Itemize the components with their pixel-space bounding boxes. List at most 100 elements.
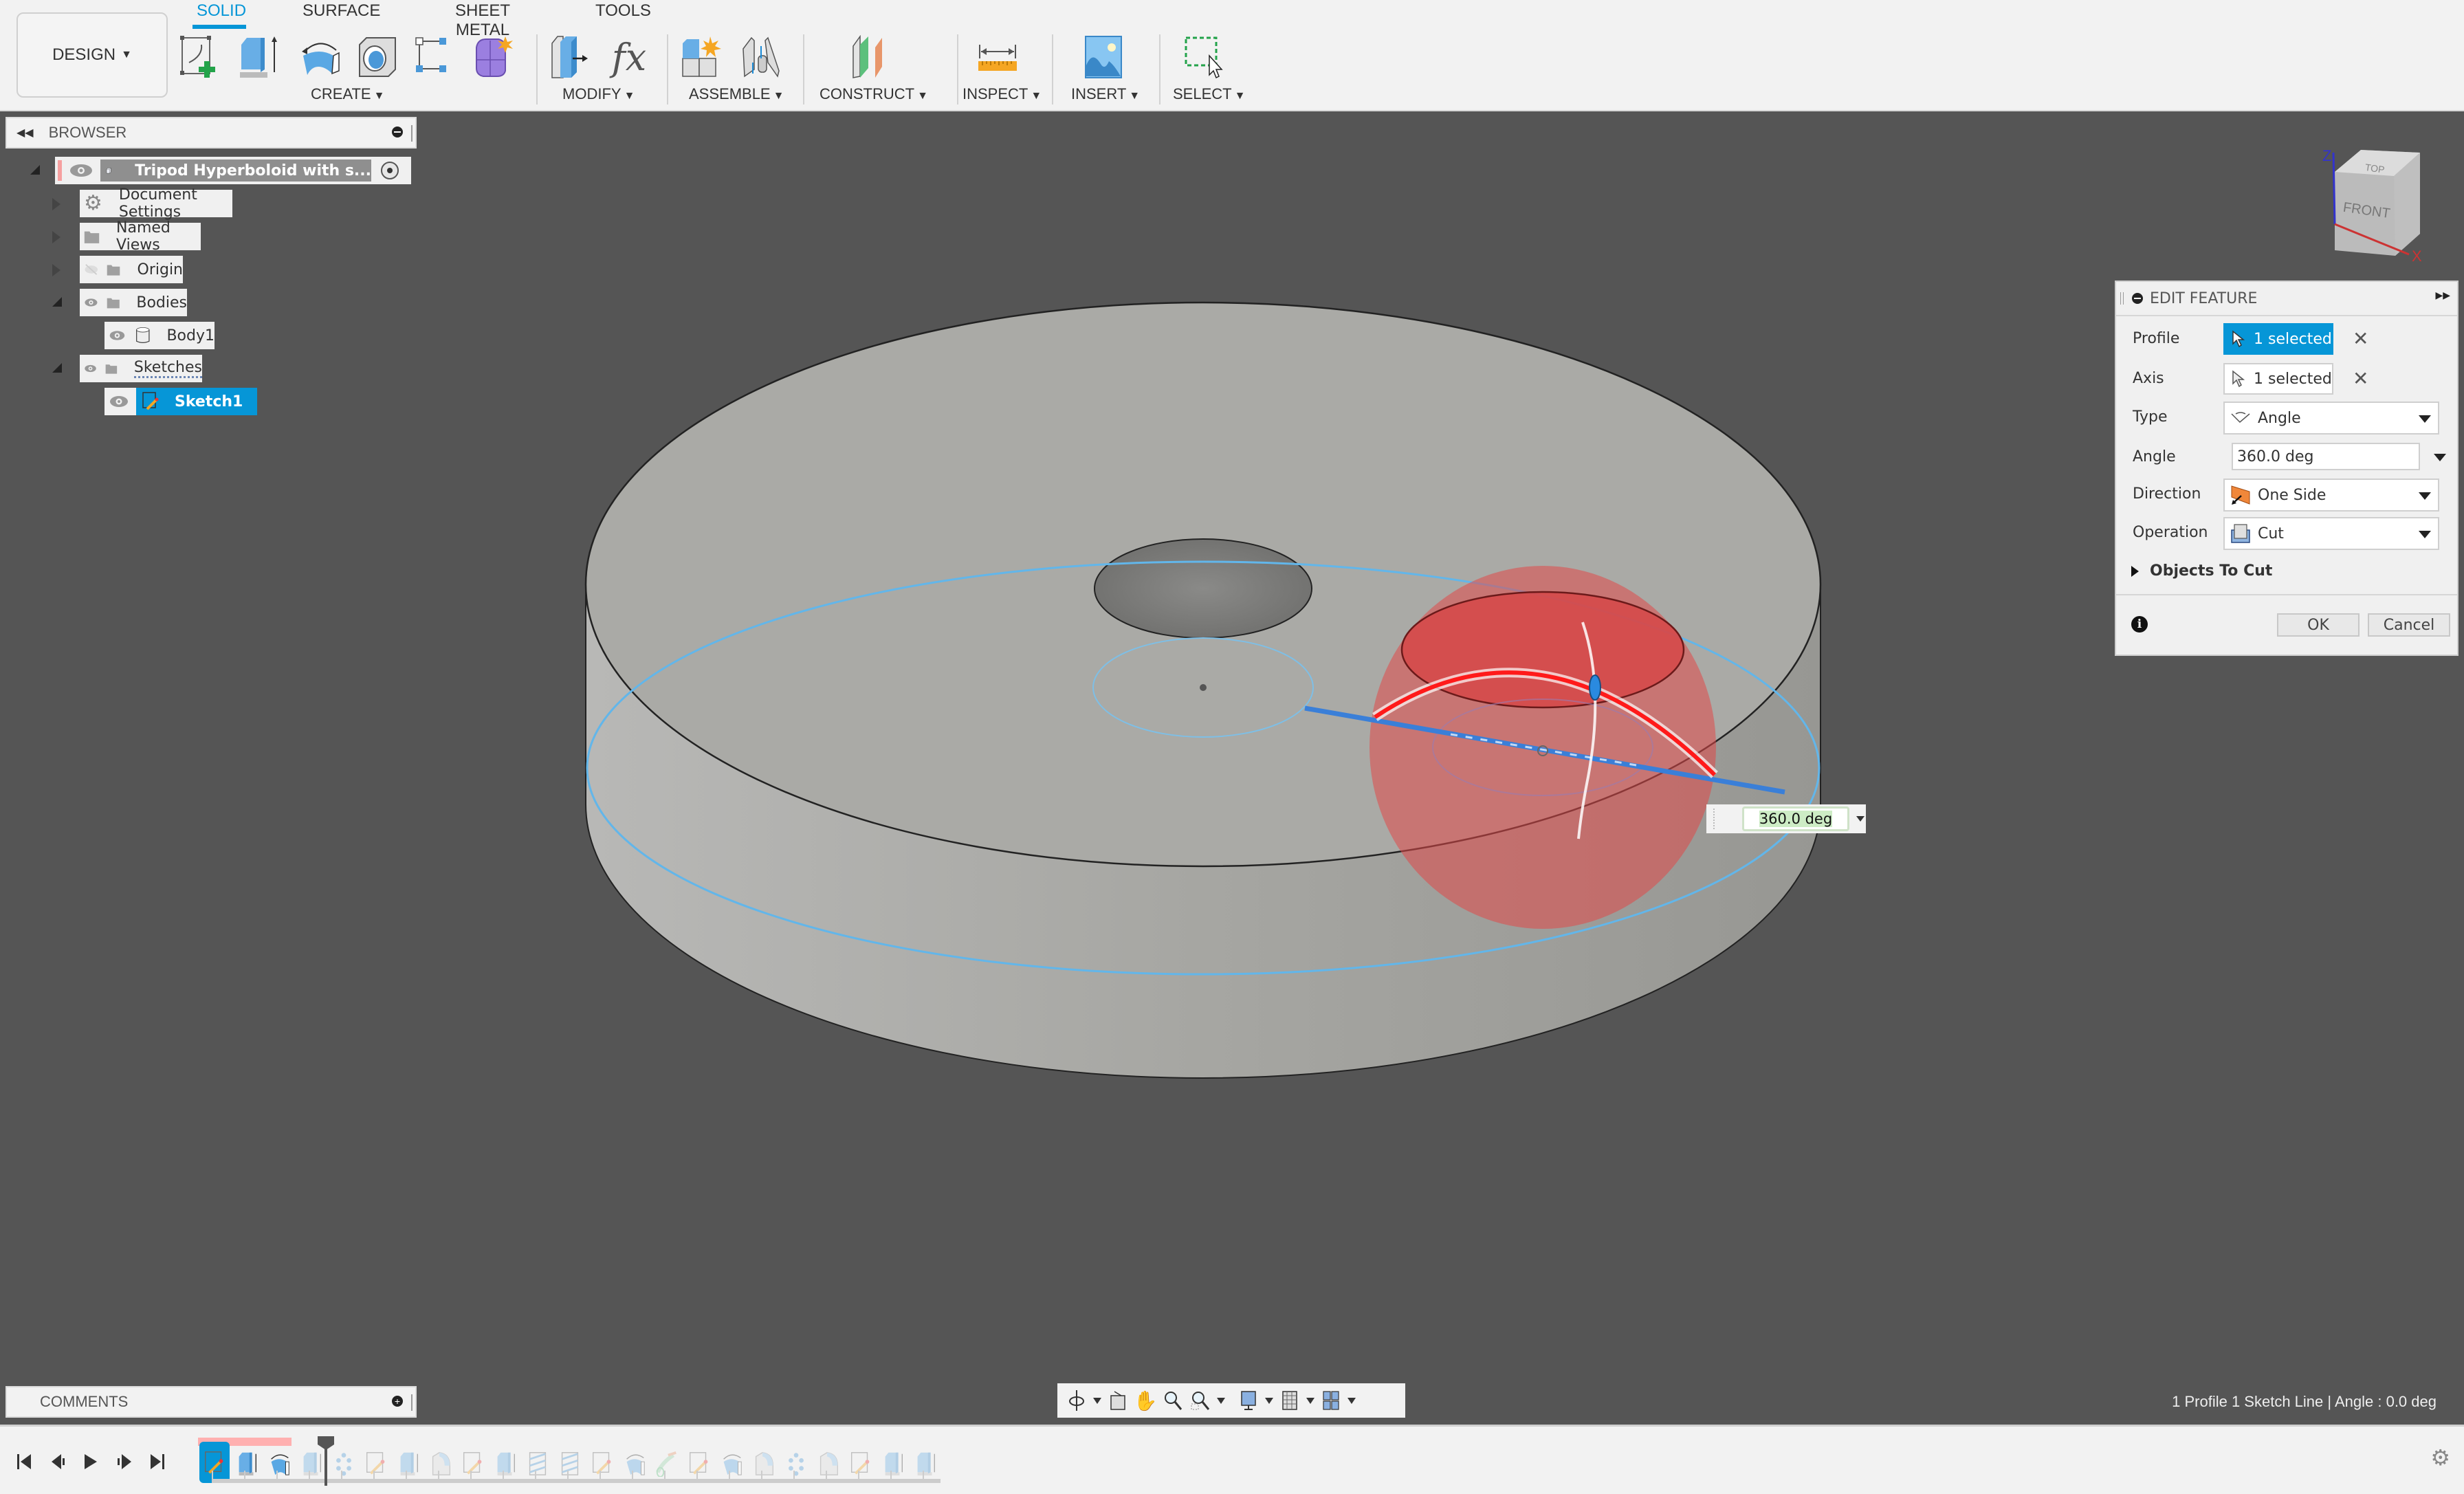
cancel-button[interactable]: Cancel bbox=[2368, 613, 2450, 637]
timeline-feature-thread[interactable] bbox=[522, 1447, 553, 1479]
canvas-viewport[interactable]: FRONT TOP Z X 360.0 deg bbox=[0, 111, 2464, 1425]
timeline-feature-fillet[interactable] bbox=[749, 1447, 779, 1479]
zoom-button[interactable] bbox=[1159, 1387, 1187, 1414]
look-at-button[interactable] bbox=[1104, 1387, 1132, 1414]
angle-input-field[interactable]: 360.0 deg bbox=[1742, 806, 1849, 831]
create-menu[interactable]: CREATE ▼ bbox=[311, 85, 384, 103]
timeline-feature-fillet[interactable] bbox=[426, 1447, 456, 1479]
play-button[interactable] bbox=[80, 1451, 100, 1472]
timeline-feature-sketch[interactable] bbox=[361, 1447, 391, 1479]
tab-tools[interactable]: TOOLS bbox=[595, 1, 651, 26]
fit-button[interactable] bbox=[1187, 1387, 1214, 1414]
timeline-feature-sketch[interactable] bbox=[199, 1442, 230, 1483]
timeline-feature-sketch[interactable] bbox=[458, 1447, 488, 1479]
view-cube[interactable]: FRONT TOP Z X bbox=[2322, 147, 2422, 265]
orbit-button[interactable] bbox=[1063, 1387, 1090, 1414]
angle-input[interactable]: 360.0 deg bbox=[2232, 443, 2420, 470]
pan-button[interactable]: ✋ bbox=[1132, 1387, 1159, 1414]
expand-root-toggle[interactable] bbox=[30, 165, 44, 179]
expand-document-settings-toggle[interactable] bbox=[52, 198, 66, 212]
timeline-feature-sketch[interactable] bbox=[587, 1447, 617, 1479]
add-comment-icon[interactable]: + bbox=[392, 1396, 403, 1407]
viewports-button[interactable] bbox=[1317, 1387, 1345, 1414]
profile-selection[interactable]: 1 selected bbox=[2223, 323, 2333, 355]
edit-feature-header[interactable]: EDIT FEATURE ▶▶ bbox=[2116, 282, 2457, 316]
timeline-feature-extrude[interactable] bbox=[232, 1447, 262, 1479]
press-pull-tool[interactable] bbox=[546, 32, 597, 83]
eye-icon[interactable] bbox=[109, 394, 129, 409]
eye-icon[interactable] bbox=[84, 295, 98, 310]
direction-dropdown[interactable]: One Side bbox=[2223, 479, 2439, 512]
revolve-tool[interactable] bbox=[294, 32, 345, 83]
browser-item-named-views[interactable]: Named Views bbox=[80, 219, 201, 254]
timeline-feature-thread[interactable] bbox=[555, 1447, 585, 1479]
clear-axis-icon[interactable]: ✕ bbox=[2353, 367, 2368, 390]
display-settings-dropdown[interactable] bbox=[1265, 1397, 1273, 1404]
timeline-feature-sketch[interactable] bbox=[846, 1447, 876, 1479]
insert-menu[interactable]: INSERT ▼ bbox=[1071, 85, 1140, 103]
timeline-feature-extrude[interactable] bbox=[910, 1447, 940, 1479]
browser-item-sketch1[interactable]: Sketch1 bbox=[104, 388, 257, 415]
collapse-panel-icon[interactable]: ◀◀ bbox=[16, 126, 34, 140]
eye-hidden-icon[interactable] bbox=[84, 261, 98, 278]
insert-image-tool[interactable] bbox=[1078, 32, 1129, 83]
tab-surface[interactable]: SURFACE bbox=[302, 1, 380, 26]
timeline-feature-extrude[interactable] bbox=[490, 1447, 520, 1479]
display-settings-button[interactable] bbox=[1235, 1387, 1262, 1414]
ok-button[interactable]: OK bbox=[2277, 613, 2360, 637]
browser-item-origin[interactable]: Origin bbox=[80, 256, 183, 283]
workspace-switcher[interactable]: DESIGN ▼ bbox=[16, 12, 168, 98]
activate-radio-icon[interactable] bbox=[381, 162, 399, 179]
hole-tool[interactable] bbox=[352, 32, 403, 83]
eye-icon[interactable] bbox=[109, 328, 126, 343]
viewports-dropdown[interactable] bbox=[1348, 1397, 1356, 1404]
go-to-start-button[interactable] bbox=[14, 1451, 34, 1472]
timeline-feature-pattern[interactable] bbox=[329, 1447, 359, 1479]
timeline-feature-extrude[interactable] bbox=[878, 1447, 908, 1479]
browser-minimize-icon[interactable] bbox=[392, 127, 403, 138]
parameters-tool[interactable]: fx bbox=[604, 32, 654, 83]
new-component-tool[interactable] bbox=[676, 32, 727, 83]
operation-dropdown[interactable]: Cut bbox=[2223, 517, 2439, 550]
axis-selection[interactable]: 1 selected bbox=[2223, 363, 2333, 395]
select-menu[interactable]: SELECT ▼ bbox=[1173, 85, 1245, 103]
objects-to-cut-section[interactable]: Objects To Cut bbox=[2131, 562, 2272, 580]
expand-bodies-toggle[interactable] bbox=[52, 297, 66, 311]
expand-origin-toggle[interactable] bbox=[52, 264, 66, 278]
timeline-feature-revolve[interactable] bbox=[716, 1447, 747, 1479]
expand-named-views-toggle[interactable] bbox=[52, 231, 66, 245]
extrude-tool[interactable] bbox=[234, 32, 285, 83]
eye-icon[interactable] bbox=[69, 163, 94, 178]
pattern-tool[interactable] bbox=[410, 32, 461, 83]
browser-root-item[interactable]: Tripod Hyperboloid with s... bbox=[55, 157, 411, 184]
timeline-settings-button[interactable]: ⚙ bbox=[2430, 1444, 2450, 1471]
offset-plane-tool[interactable] bbox=[847, 32, 898, 83]
timeline-feature-fillet[interactable] bbox=[813, 1447, 844, 1479]
tab-solid[interactable]: SOLID bbox=[192, 1, 246, 29]
browser-item-sketches[interactable]: Sketches bbox=[80, 355, 202, 382]
browser-item-body1[interactable]: Body1 bbox=[104, 322, 214, 349]
browser-item-document-settings[interactable]: ⚙ Document Settings bbox=[80, 186, 232, 221]
dialog-minimize-icon[interactable] bbox=[2132, 293, 2143, 304]
timeline-feature-extrude[interactable] bbox=[393, 1447, 424, 1479]
timeline-feature-extrude[interactable] bbox=[296, 1447, 327, 1479]
timeline-feature-sketch[interactable] bbox=[684, 1447, 714, 1479]
type-dropdown[interactable]: Angle bbox=[2223, 402, 2439, 435]
assemble-menu[interactable]: ASSEMBLE ▼ bbox=[689, 85, 784, 103]
timeline-feature-revolve[interactable] bbox=[264, 1447, 294, 1479]
comments-panel-header[interactable]: COMMENTS + bbox=[6, 1386, 417, 1418]
orbit-dropdown[interactable] bbox=[1093, 1397, 1101, 1404]
rotation-handle[interactable] bbox=[1589, 674, 1601, 701]
angle-dropdown-caret[interactable] bbox=[2434, 454, 2446, 461]
expand-dialog-icon[interactable]: ▶▶ bbox=[2435, 290, 2450, 301]
panel-resize-handle[interactable] bbox=[411, 1394, 412, 1411]
clear-profile-icon[interactable]: ✕ bbox=[2353, 327, 2368, 350]
joint-tool[interactable] bbox=[736, 32, 786, 83]
create-form-tool[interactable] bbox=[468, 32, 518, 83]
zoom-dropdown[interactable] bbox=[1217, 1397, 1225, 1404]
timeline-marker[interactable] bbox=[318, 1436, 334, 1486]
browser-item-bodies[interactable]: Bodies bbox=[80, 289, 187, 316]
drag-handle[interactable] bbox=[1713, 809, 1717, 829]
expand-sketches-toggle[interactable] bbox=[52, 363, 66, 377]
timeline-feature-revolve[interactable] bbox=[619, 1447, 650, 1479]
